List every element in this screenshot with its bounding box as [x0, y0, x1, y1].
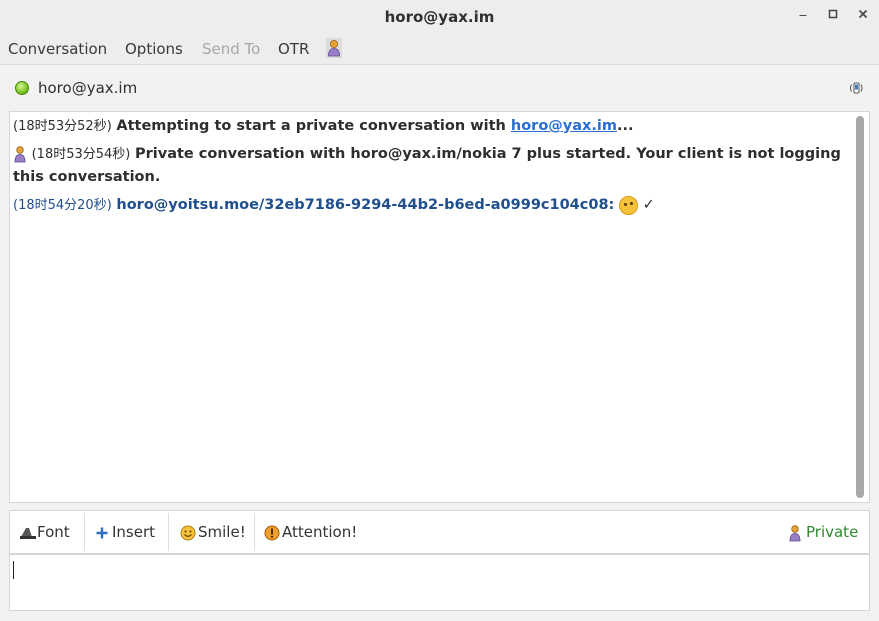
toolbar-divider [168, 513, 169, 551]
insert-button[interactable]: Insert [96, 511, 155, 553]
otr-private-status[interactable]: Private [788, 511, 858, 553]
message-timestamp: (18时54分20秒) [13, 198, 112, 213]
maximize-button[interactable] [825, 8, 841, 24]
attention-icon [264, 525, 280, 540]
message-sender: horo@yoitsu.moe/32eb7186-9294-44b2-b6ed-… [116, 197, 615, 213]
message-text-continued: this conversation. [13, 169, 161, 185]
thinking-face-icon [618, 195, 638, 215]
plus-icon [96, 527, 108, 538]
available-icon [15, 81, 29, 95]
minimize-button[interactable]: ‒ [795, 8, 811, 24]
toolbar-divider [254, 513, 255, 551]
phone-icon[interactable] [848, 80, 864, 96]
attention-label: Attention! [282, 523, 358, 541]
menu-send-to[interactable]: Send To [202, 40, 260, 58]
message-incoming: (18时54分20秒) horo@yoitsu.moe/32eb7186-929… [13, 194, 655, 217]
menu-otr[interactable]: OTR [278, 40, 309, 58]
window-title: horo@yax.im [384, 8, 495, 26]
font-icon [20, 527, 36, 539]
text-caret [13, 561, 14, 579]
conversation-log[interactable]: (18时53分52秒) Attempting to start a privat… [9, 111, 870, 503]
title-bar: horo@yax.im ‒ [0, 0, 879, 34]
smiley-icon [180, 525, 196, 540]
buddy-name: horo@yax.im [38, 79, 138, 97]
otr-status-button[interactable] [326, 38, 342, 62]
message-text: Attempting to start a private conversati… [116, 118, 511, 134]
attention-button[interactable]: Attention! [264, 511, 357, 553]
message-otr-started-line2: this conversation. [13, 166, 160, 189]
message-body: ✓ [642, 197, 655, 213]
menu-options[interactable]: Options [125, 40, 183, 58]
insert-label: Insert [112, 523, 156, 541]
message-otr-started: (18时53分54秒) Private conversation with ho… [13, 143, 841, 166]
font-label: Font [37, 523, 70, 541]
menu-bar: Conversation Options Send To OTR [0, 34, 879, 65]
maximize-icon [828, 9, 838, 19]
close-button[interactable] [855, 8, 871, 24]
person-icon [14, 146, 26, 163]
message-ellipsis: ... [616, 118, 634, 134]
message-timestamp: (18时53分54秒) [31, 147, 131, 162]
person-icon [326, 38, 342, 58]
log-scrollbar[interactable] [856, 116, 864, 498]
smile-label: Smile! [198, 523, 246, 541]
font-button[interactable]: Font [20, 511, 70, 553]
message-text: Private conversation with horo@yax.im/no… [135, 146, 841, 162]
private-label: Private [806, 523, 859, 541]
smile-button[interactable]: Smile! [180, 511, 246, 553]
format-toolbar: Font Insert Smile! Attention! Private [9, 510, 870, 554]
buddy-link[interactable]: horo@yax.im [511, 118, 617, 134]
message-otr-attempt: (18时53分52秒) Attempting to start a privat… [13, 115, 634, 138]
menu-conversation[interactable]: Conversation [8, 40, 107, 58]
close-icon [858, 9, 868, 19]
toolbar-divider [84, 513, 85, 551]
message-input[interactable] [9, 554, 870, 611]
person-icon [789, 524, 801, 541]
message-timestamp: (18时53分52秒) [13, 119, 112, 134]
